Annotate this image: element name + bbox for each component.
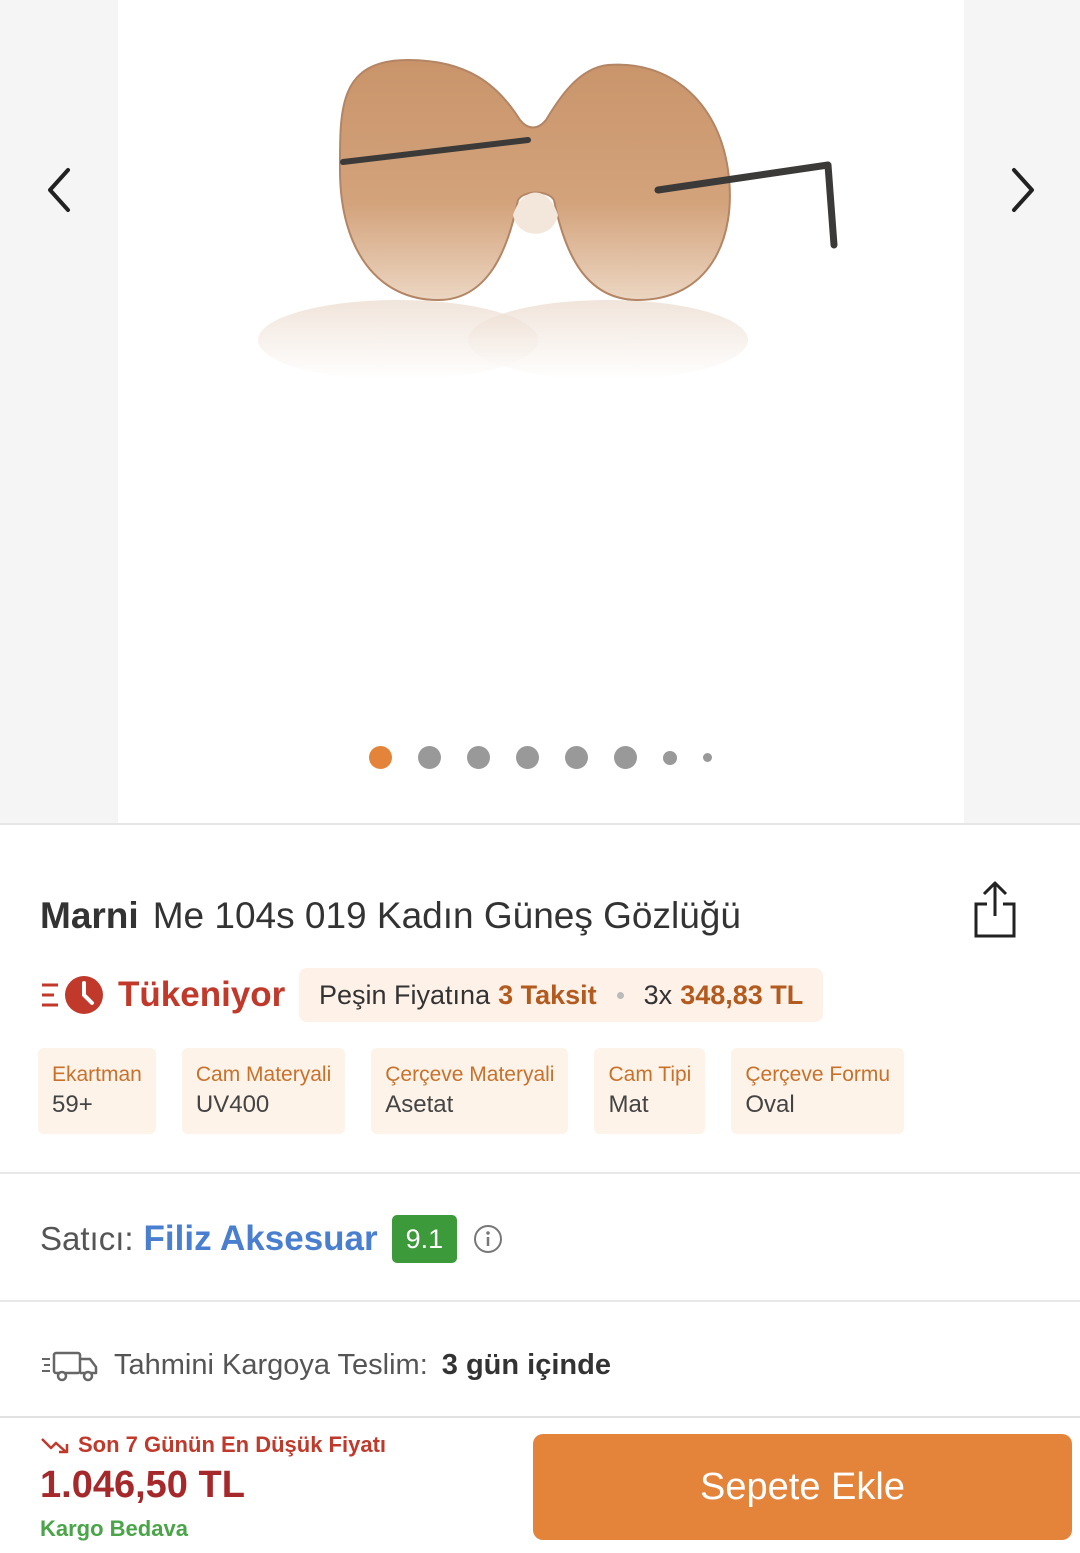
- share-icon[interactable]: [970, 880, 1020, 940]
- divider: [0, 1172, 1080, 1174]
- product-title: Marni Me 104s 019 Kadın Güneş Gözlüğü: [40, 890, 1040, 942]
- gallery-dot[interactable]: [564, 746, 588, 769]
- price: 1.046,50 TL: [40, 1464, 245, 1506]
- gallery-dot[interactable]: [662, 750, 677, 765]
- delivery-row: Tahmini Kargoya Teslim: 3 gün içinde: [40, 1340, 611, 1390]
- attribute-label: Çerçeve Materyali: [385, 1063, 555, 1086]
- product-image[interactable]: [228, 40, 868, 400]
- stock-badge: Tükeniyor: [40, 968, 285, 1022]
- divider: [0, 823, 1080, 825]
- brand-name[interactable]: Marni: [40, 895, 139, 936]
- delivery-label: Tahmini Kargoya Teslim:: [114, 1348, 428, 1381]
- installment-amount: 348,83 TL: [680, 979, 804, 1010]
- separator-dot: [616, 991, 624, 999]
- gallery-dot[interactable]: [515, 746, 539, 769]
- attribute-chip: Cam Tipi Mat: [594, 1048, 706, 1134]
- attribute-label: Çerçeve Formu: [745, 1063, 891, 1086]
- installment-highlight: 3 Taksit: [498, 979, 597, 1010]
- attribute-label: Cam Materyali: [195, 1063, 332, 1086]
- delivery-value: 3 gün içinde: [441, 1348, 611, 1381]
- attribute-chip: Cam Materyali UV400: [181, 1048, 346, 1134]
- seller-label: Satıcı:: [40, 1220, 134, 1257]
- lowest-price-text: Son 7 Günün En Düşük Fiyatı: [78, 1432, 387, 1457]
- gallery-prev-button[interactable]: [30, 160, 90, 220]
- attribute-value: Asetat: [385, 1091, 454, 1118]
- seller-score-badge: 9.1: [391, 1215, 458, 1263]
- product-gallery[interactable]: [0, 0, 1080, 825]
- add-to-cart-button[interactable]: Sepete Ekle: [533, 1434, 1072, 1540]
- gallery-pagination: [0, 746, 1080, 769]
- truck-icon: [42, 1351, 98, 1382]
- free-shipping-label: Kargo Bedava: [40, 1516, 188, 1541]
- attribute-chip: Ekartman 59+: [38, 1048, 156, 1134]
- seller-row: Satıcı: Filiz Aksesuar 9.1: [40, 1214, 503, 1264]
- attribute-label: Cam Tipi: [608, 1063, 692, 1086]
- installment-badge[interactable]: Peşin Fiyatına 3 Taksit 3x 348,83 TL: [299, 968, 824, 1022]
- clock-fast-icon: [42, 976, 103, 1014]
- bottom-purchase-bar: Son 7 Günün En Düşük Fiyatı 1.046,50 TL …: [0, 1416, 1080, 1553]
- product-name: Me 104s 019 Kadın Güneş Gözlüğü: [152, 895, 741, 936]
- badge-row: Tükeniyor Peşin Fiyatına 3 Taksit 3x 348…: [40, 968, 1040, 1022]
- chevron-right-icon: [1012, 168, 1034, 212]
- seller-name-link[interactable]: Filiz Aksesuar: [144, 1219, 378, 1259]
- gallery-dot[interactable]: [613, 746, 637, 769]
- attribute-chip: Çerçeve Formu Oval: [731, 1048, 905, 1134]
- attribute-value: UV400: [195, 1091, 270, 1118]
- attribute-value: Mat: [608, 1091, 649, 1118]
- gallery-dot[interactable]: [368, 746, 392, 769]
- stock-label: Tükeniyor: [118, 975, 286, 1014]
- divider: [0, 1300, 1080, 1302]
- gallery-image-area[interactable]: [118, 0, 964, 824]
- attribute-value: Oval: [745, 1091, 795, 1118]
- gallery-dot[interactable]: [417, 746, 441, 769]
- info-icon[interactable]: [473, 1224, 503, 1254]
- attribute-label: Ekartman: [52, 1063, 142, 1086]
- attribute-value: 59+: [52, 1091, 93, 1118]
- chevron-left-icon: [48, 168, 70, 212]
- gallery-next-button[interactable]: [992, 160, 1052, 220]
- lowest-price-indicator: Son 7 Günün En Düşük Fiyatı: [40, 1432, 386, 1458]
- attribute-chip: Çerçeve Materyali Asetat: [371, 1048, 569, 1134]
- gallery-dot[interactable]: [702, 753, 712, 762]
- product-title-row: Marni Me 104s 019 Kadın Güneş Gözlüğü: [40, 881, 1040, 942]
- installment-prefix: Peşin Fiyatına: [319, 979, 491, 1010]
- installment-count: 3x: [643, 979, 673, 1010]
- gallery-dot[interactable]: [466, 746, 490, 769]
- attribute-chips: Ekartman 59+ Cam Materyali UV400 Çerçeve…: [38, 1048, 905, 1134]
- trend-down-icon: [41, 1438, 69, 1454]
